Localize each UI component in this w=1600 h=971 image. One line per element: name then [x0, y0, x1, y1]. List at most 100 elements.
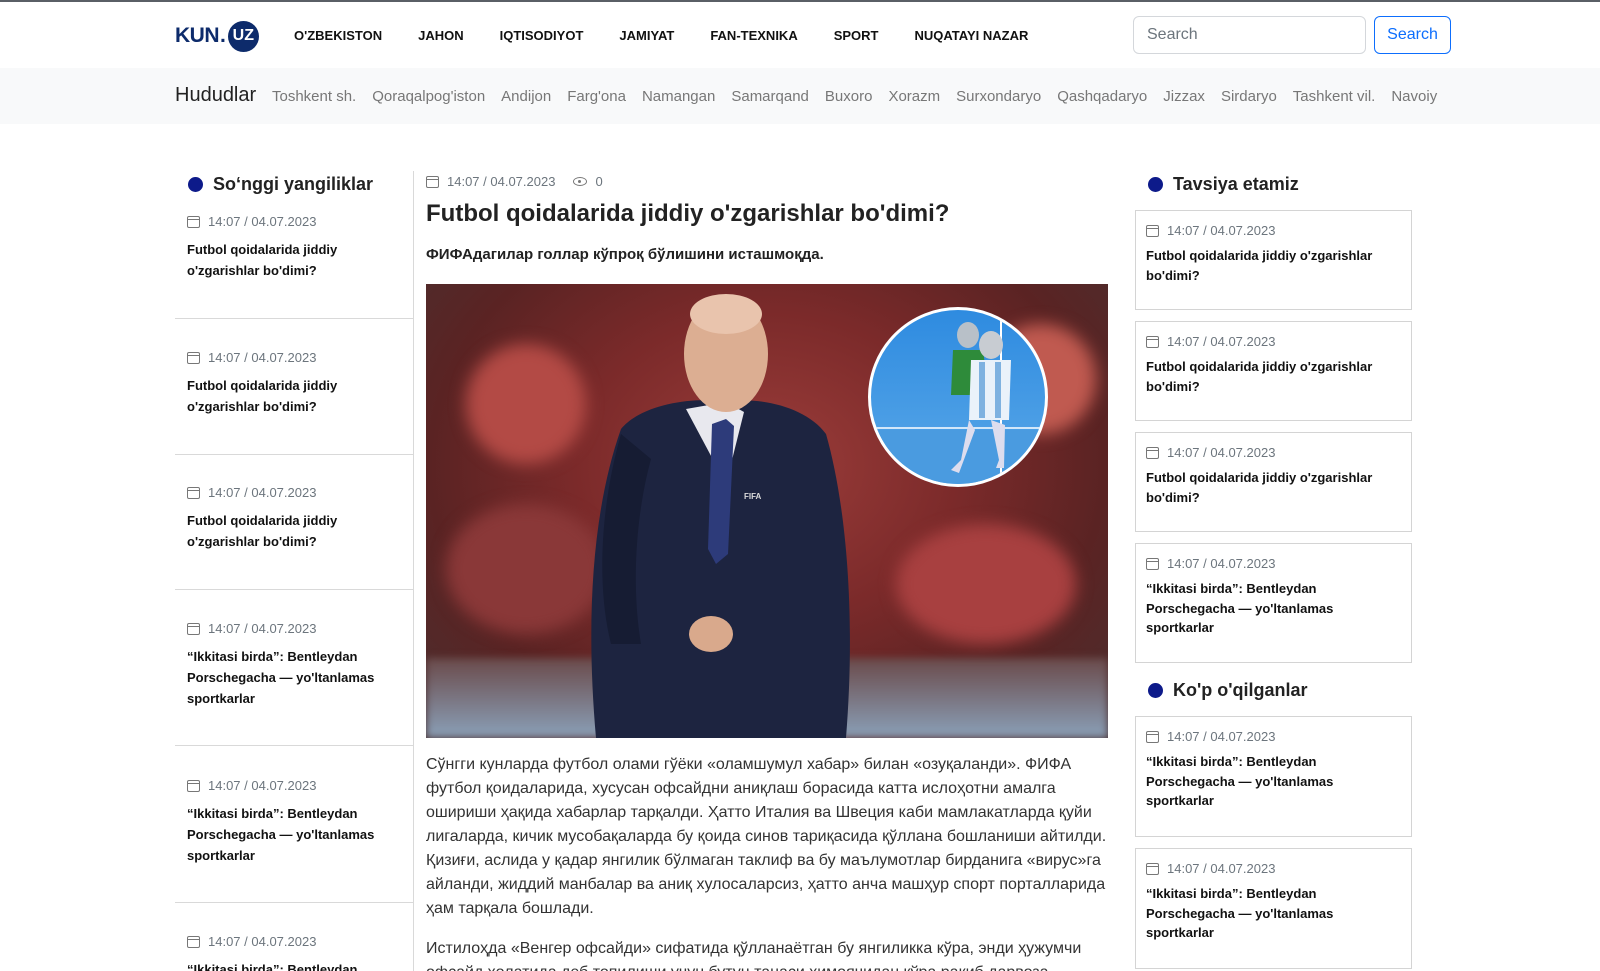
nav-item-iqtisodiyot[interactable]: IQTISODIYOT	[500, 28, 584, 43]
article-meta: 14:07 / 04.07.2023 0	[426, 174, 603, 189]
item-date: 14:07 / 04.07.2023	[1167, 445, 1276, 460]
article-photo: FIFA	[426, 284, 1108, 738]
latest-news-item[interactable]: 14:07 / 04.07.2023 “Ikkitasi birda”: Ben…	[175, 934, 413, 971]
article-views: 0	[595, 174, 603, 189]
offside-inset-image	[868, 307, 1048, 487]
column-divider	[413, 171, 414, 971]
region-link[interactable]: Samarqand	[731, 88, 809, 105]
item-meta: 14:07 / 04.07.2023	[1146, 445, 1401, 460]
recommend-heading: Tavsiya etamiz	[1173, 174, 1299, 194]
item-title[interactable]: “Ikkitasi birda”: Bentleydan Porschegach…	[1146, 884, 1401, 943]
svg-text:FIFA: FIFA	[744, 492, 762, 501]
region-link[interactable]: Andijon	[501, 88, 551, 105]
item-meta: 14:07 / 04.07.2023	[187, 485, 401, 500]
item-title[interactable]: “Ikkitasi birda”: Bentleydan Porschegach…	[187, 803, 401, 866]
item-title[interactable]: Futbol qoidalarida jiddiy o'zgarishlar b…	[187, 510, 401, 552]
item-meta: 14:07 / 04.07.2023	[1146, 861, 1401, 876]
calendar-icon	[1146, 862, 1159, 875]
calendar-icon	[1146, 730, 1159, 743]
calendar-icon	[187, 935, 200, 948]
item-date: 14:07 / 04.07.2023	[1167, 556, 1276, 571]
regions-bar: Hududlar Toshkent sh. Qoraqalpog'iston A…	[0, 68, 1600, 124]
item-title[interactable]: “Ikkitasi birda”: Bentleydan Porschegach…	[1146, 752, 1401, 811]
item-date: 14:07 / 04.07.2023	[1167, 729, 1276, 744]
bullet-dot-icon	[1148, 683, 1163, 698]
latest-news-heading: So‘nggi yangiliklar	[213, 174, 374, 194]
site-header: KUN . UZ O'ZBEKISTON JAHON IQTISODIYOT J…	[0, 2, 1600, 68]
article-lead: ФИФАдагилар голлар кўпроқ бўлишини исташ…	[426, 246, 824, 263]
item-title[interactable]: “Ikkitasi birda”: Bentleydan Porschegach…	[187, 646, 401, 709]
region-link[interactable]: Navoiy	[1391, 88, 1437, 105]
item-title[interactable]: Futbol qoidalarida jiddiy o'zgarishlar b…	[187, 375, 401, 417]
calendar-icon	[1146, 557, 1159, 570]
popular-heading: Ko'p o'qilganlar	[1173, 680, 1308, 700]
calendar-icon	[1146, 335, 1159, 348]
item-meta: 14:07 / 04.07.2023	[187, 621, 401, 636]
latest-news-item[interactable]: 14:07 / 04.07.2023 Futbol qoidalarida ji…	[175, 485, 413, 590]
calendar-icon	[426, 175, 439, 188]
recommend-card[interactable]: 14:07 / 04.07.2023 Futbol qoidalarida ji…	[1135, 432, 1412, 532]
region-link[interactable]: Tashkent vil.	[1293, 88, 1376, 105]
item-title[interactable]: “Ikkitasi birda”: Bentleydan Porschegach…	[1146, 579, 1401, 638]
item-meta: 14:07 / 04.07.2023	[1146, 334, 1401, 349]
item-date: 14:07 / 04.07.2023	[1167, 223, 1276, 238]
region-link[interactable]: Qashqadaryo	[1057, 88, 1147, 105]
item-date: 14:07 / 04.07.2023	[208, 485, 317, 500]
item-date: 14:07 / 04.07.2023	[1167, 334, 1276, 349]
nav-item-jamiyat[interactable]: JAMIYAT	[619, 28, 674, 43]
recommend-title: Tavsiya etamiz	[1148, 174, 1299, 195]
region-link[interactable]: Jizzax	[1163, 88, 1205, 105]
eye-icon	[573, 177, 588, 186]
popular-title: Ko'p o'qilganlar	[1148, 680, 1308, 701]
region-link[interactable]: Qoraqalpog'iston	[372, 88, 485, 105]
nav-item-fan-texnika[interactable]: FAN-TEXNIKA	[710, 28, 797, 43]
nav-item-jahon[interactable]: JAHON	[418, 28, 464, 43]
item-meta: 14:07 / 04.07.2023	[187, 214, 401, 229]
search-input[interactable]	[1133, 16, 1366, 54]
latest-news-item[interactable]: 14:07 / 04.07.2023 “Ikkitasi birda”: Ben…	[175, 778, 413, 903]
item-meta: 14:07 / 04.07.2023	[1146, 729, 1401, 744]
latest-news-item[interactable]: 14:07 / 04.07.2023 Futbol qoidalarida ji…	[175, 350, 413, 455]
site-logo[interactable]: KUN . UZ	[175, 20, 259, 52]
item-title[interactable]: Futbol qoidalarida jiddiy o'zgarishlar b…	[1146, 468, 1401, 507]
item-title[interactable]: Futbol qoidalarida jiddiy o'zgarishlar b…	[1146, 246, 1401, 285]
item-date: 14:07 / 04.07.2023	[1167, 861, 1276, 876]
item-meta: 14:07 / 04.07.2023	[187, 778, 401, 793]
logo-text-kun: KUN	[175, 24, 220, 47]
latest-news-item[interactable]: 14:07 / 04.07.2023 “Ikkitasi birda”: Ben…	[175, 621, 413, 746]
region-link[interactable]: Surxondaryo	[956, 88, 1041, 105]
popular-card[interactable]: 14:07 / 04.07.2023 “Ikkitasi birda”: Ben…	[1135, 848, 1412, 969]
region-link[interactable]: Namangan	[642, 88, 715, 105]
article-headline: Futbol qoidalarida jiddiy o'zgarishlar b…	[426, 200, 950, 227]
calendar-icon	[187, 622, 200, 635]
recommend-card[interactable]: 14:07 / 04.07.2023 “Ikkitasi birda”: Ben…	[1135, 543, 1412, 663]
item-date: 14:07 / 04.07.2023	[208, 350, 317, 365]
search-button[interactable]: Search	[1374, 16, 1451, 54]
item-meta: 14:07 / 04.07.2023	[187, 350, 401, 365]
article-paragraph: Истилоҳда «Венгер офсайди» сифатида қўлл…	[426, 940, 1082, 971]
region-link[interactable]: Toshkent sh.	[272, 88, 356, 105]
main-nav: O'ZBEKISTON JAHON IQTISODIYOT JAMIYAT FA…	[294, 2, 1064, 68]
calendar-icon	[187, 351, 200, 364]
region-link[interactable]: Xorazm	[888, 88, 940, 105]
recommend-card[interactable]: 14:07 / 04.07.2023 Futbol qoidalarida ji…	[1135, 321, 1412, 421]
nav-item-sport[interactable]: SPORT	[834, 28, 879, 43]
item-meta: 14:07 / 04.07.2023	[187, 934, 401, 949]
item-date: 14:07 / 04.07.2023	[208, 778, 317, 793]
item-meta: 14:07 / 04.07.2023	[1146, 556, 1401, 571]
nav-item-ozbekiston[interactable]: O'ZBEKISTON	[294, 28, 382, 43]
region-link[interactable]: Farg'ona	[567, 88, 626, 105]
latest-news-title: So‘nggi yangiliklar	[188, 174, 373, 195]
region-link[interactable]: Sirdaryo	[1221, 88, 1277, 105]
item-title[interactable]: Futbol qoidalarida jiddiy o'zgarishlar b…	[187, 239, 401, 281]
item-title[interactable]: Futbol qoidalarida jiddiy o'zgarishlar b…	[1146, 357, 1401, 396]
region-link[interactable]: Buxoro	[825, 88, 873, 105]
article-date: 14:07 / 04.07.2023	[447, 174, 556, 189]
regions-list: Toshkent sh. Qoraqalpog'iston Andijon Fa…	[272, 88, 1453, 105]
popular-card[interactable]: 14:07 / 04.07.2023 “Ikkitasi birda”: Ben…	[1135, 716, 1412, 837]
nav-item-nuqatayi-nazar[interactable]: NUQATAYI NAZAR	[915, 28, 1029, 43]
recommend-card[interactable]: 14:07 / 04.07.2023 Futbol qoidalarida ji…	[1135, 210, 1412, 310]
calendar-icon	[187, 779, 200, 792]
item-title[interactable]: “Ikkitasi birda”: Bentleydan	[187, 959, 401, 971]
latest-news-item[interactable]: 14:07 / 04.07.2023 Futbol qoidalarida ji…	[175, 214, 413, 319]
